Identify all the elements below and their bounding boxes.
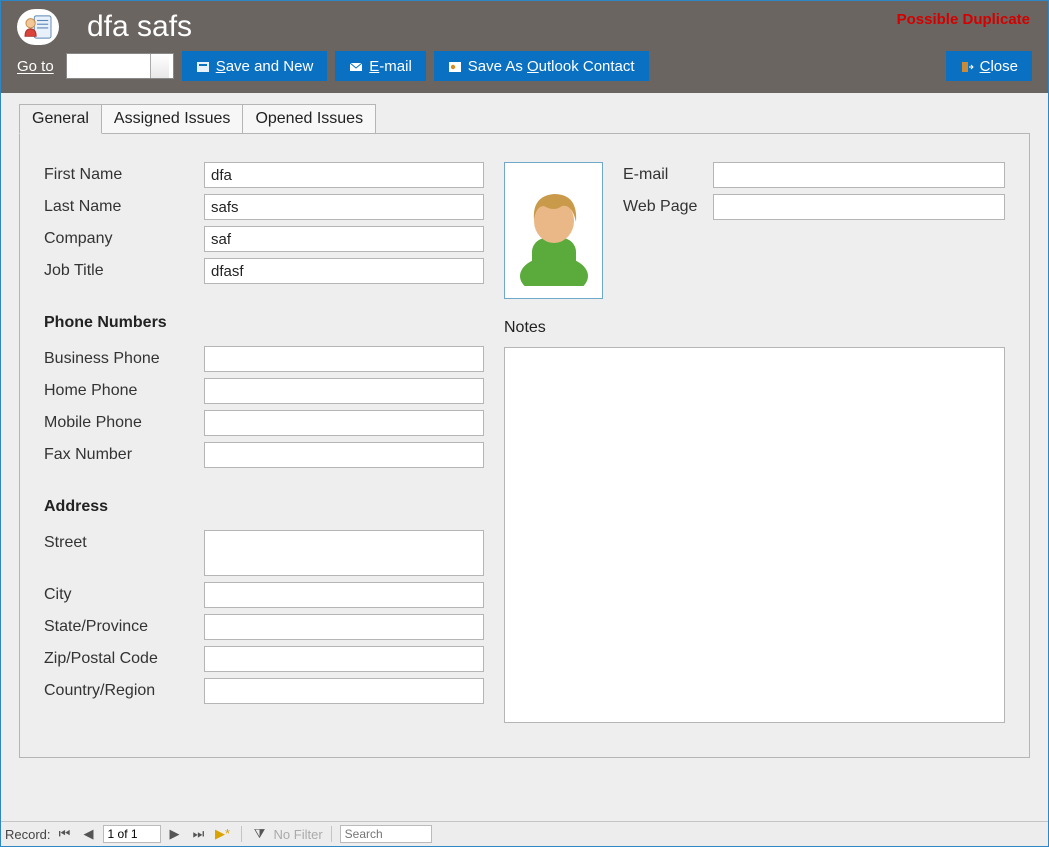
close-button[interactable]: Close <box>946 51 1032 81</box>
header: Possible Duplicate dfa safs Go to Save a… <box>1 1 1048 93</box>
page-title: dfa safs <box>87 10 192 44</box>
last-name-input[interactable] <box>204 194 484 220</box>
street-input[interactable] <box>204 530 484 576</box>
goto-dropdown[interactable] <box>66 53 174 79</box>
nav-prev-icon[interactable]: ◀ <box>79 825 99 843</box>
right-column: E-mail Web Page Notes <box>504 162 1005 727</box>
contact-card-icon <box>17 9 59 45</box>
tab-strip: General Assigned Issues Opened Issues <box>19 103 1030 133</box>
record-label: Record: <box>5 827 51 842</box>
state-input[interactable] <box>204 614 484 640</box>
business-phone-label: Business Phone <box>44 350 204 368</box>
save-and-new-button[interactable]: Save and New <box>182 51 328 81</box>
chevron-down-icon <box>157 63 165 69</box>
fax-input[interactable] <box>204 442 484 468</box>
record-navigator: Record: ⏮ ◀ ▶ ⏭ ▶* ⧩ No Filter <box>1 821 1048 846</box>
zip-label: Zip/Postal Code <box>44 650 204 668</box>
last-name-label: Last Name <box>44 198 204 216</box>
goto-label: Go to <box>17 58 54 75</box>
home-phone-input[interactable] <box>204 378 484 404</box>
webpage-input[interactable] <box>713 194 1005 220</box>
left-column: First Name Last Name Company Job Title P… <box>44 162 484 727</box>
job-title-label: Job Title <box>44 262 204 280</box>
first-name-input[interactable] <box>204 162 484 188</box>
tab-assigned-issues[interactable]: Assigned Issues <box>102 104 244 134</box>
notes-input[interactable] <box>504 347 1005 723</box>
door-exit-icon <box>960 60 974 72</box>
company-input[interactable] <box>204 226 484 252</box>
nav-last-icon[interactable]: ⏭ <box>189 825 209 843</box>
tab-opened-issues[interactable]: Opened Issues <box>243 104 376 134</box>
state-label: State/Province <box>44 618 204 636</box>
address-section-title: Address <box>44 498 484 516</box>
mail-icon <box>349 60 363 72</box>
record-position-input[interactable] <box>103 825 161 843</box>
mobile-phone-label: Mobile Phone <box>44 414 204 432</box>
nav-new-icon[interactable]: ▶* <box>213 825 233 843</box>
fax-label: Fax Number <box>44 446 204 464</box>
country-input[interactable] <box>204 678 484 704</box>
general-panel: First Name Last Name Company Job Title P… <box>19 133 1030 758</box>
filter-icon[interactable]: ⧩ <box>250 825 270 843</box>
toolbar: Go to Save and New E-mail Save As Outloo… <box>1 51 1048 93</box>
street-label: Street <box>44 530 204 552</box>
country-label: Country/Region <box>44 682 204 700</box>
contact-avatar[interactable] <box>504 162 603 299</box>
outlook-icon <box>448 60 462 72</box>
no-filter-label: No Filter <box>274 827 323 842</box>
email-field-label: E-mail <box>623 166 713 184</box>
save-icon <box>196 60 210 72</box>
email-input[interactable] <box>713 162 1005 188</box>
nav-first-icon[interactable]: ⏮ <box>55 825 75 843</box>
email-button[interactable]: E-mail <box>335 51 426 81</box>
zip-input[interactable] <box>204 646 484 672</box>
mobile-phone-input[interactable] <box>204 410 484 436</box>
webpage-label: Web Page <box>623 198 713 216</box>
duplicate-warning: Possible Duplicate <box>897 11 1030 28</box>
title-bar: dfa safs <box>1 1 1048 51</box>
job-title-input[interactable] <box>204 258 484 284</box>
first-name-label: First Name <box>44 166 204 184</box>
notes-label: Notes <box>504 319 1005 337</box>
tab-general[interactable]: General <box>19 104 102 134</box>
business-phone-input[interactable] <box>204 346 484 372</box>
city-input[interactable] <box>204 582 484 608</box>
home-phone-label: Home Phone <box>44 382 204 400</box>
city-label: City <box>44 586 204 604</box>
content-area: General Assigned Issues Opened Issues Fi… <box>1 93 1048 821</box>
phone-section-title: Phone Numbers <box>44 314 484 332</box>
save-as-outlook-button[interactable]: Save As Outlook Contact <box>434 51 649 81</box>
record-search-input[interactable] <box>340 825 432 843</box>
company-label: Company <box>44 230 204 248</box>
nav-next-icon[interactable]: ▶ <box>165 825 185 843</box>
